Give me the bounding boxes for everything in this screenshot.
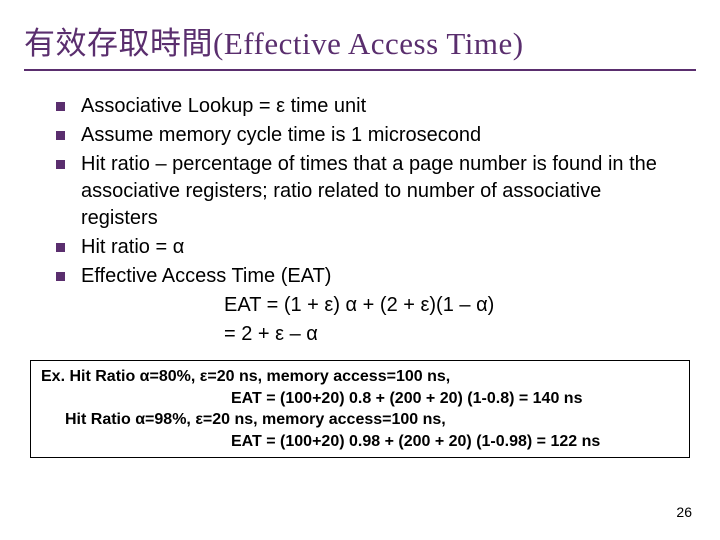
bullet-icon: [56, 272, 65, 281]
bullet-icon: [56, 243, 65, 252]
bullet-text: Assume memory cycle time is 1 microsecon…: [81, 122, 676, 149]
bullet-icon: [56, 131, 65, 140]
slide-title: 有效存取時間(Effective Access Time): [24, 18, 696, 71]
formula-line: = 2 + ε – α: [224, 321, 696, 348]
list-item: Assume memory cycle time is 1 microsecon…: [56, 122, 676, 149]
formula-block: EAT = (1 + ε) α + (2 + ε)(1 – α) = 2 + ε…: [24, 292, 696, 348]
example-line: Ex. Hit Ratio α=80%, ε=20 ns, memory acc…: [41, 366, 679, 388]
list-item: Effective Access Time (EAT): [56, 263, 676, 290]
bullet-text: Hit ratio – percentage of times that a p…: [81, 151, 676, 232]
bullet-text: Associative Lookup = ε time unit: [81, 93, 676, 120]
bullet-text: Hit ratio = α: [81, 234, 676, 261]
example-line: EAT = (100+20) 0.8 + (200 + 20) (1-0.8) …: [41, 388, 679, 410]
bullet-list: Associative Lookup = ε time unit Assume …: [24, 93, 696, 290]
example-box: Ex. Hit Ratio α=80%, ε=20 ns, memory acc…: [30, 360, 690, 458]
formula-line: EAT = (1 + ε) α + (2 + ε)(1 – α): [224, 292, 696, 319]
bullet-text: Effective Access Time (EAT): [81, 263, 676, 290]
bullet-icon: [56, 102, 65, 111]
example-line: EAT = (100+20) 0.98 + (200 + 20) (1-0.98…: [41, 431, 679, 453]
list-item: Hit ratio – percentage of times that a p…: [56, 151, 676, 232]
example-line: Hit Ratio α=98%, ε=20 ns, memory access=…: [41, 409, 679, 431]
bullet-icon: [56, 160, 65, 169]
list-item: Hit ratio = α: [56, 234, 676, 261]
list-item: Associative Lookup = ε time unit: [56, 93, 676, 120]
page-number: 26: [676, 504, 692, 520]
